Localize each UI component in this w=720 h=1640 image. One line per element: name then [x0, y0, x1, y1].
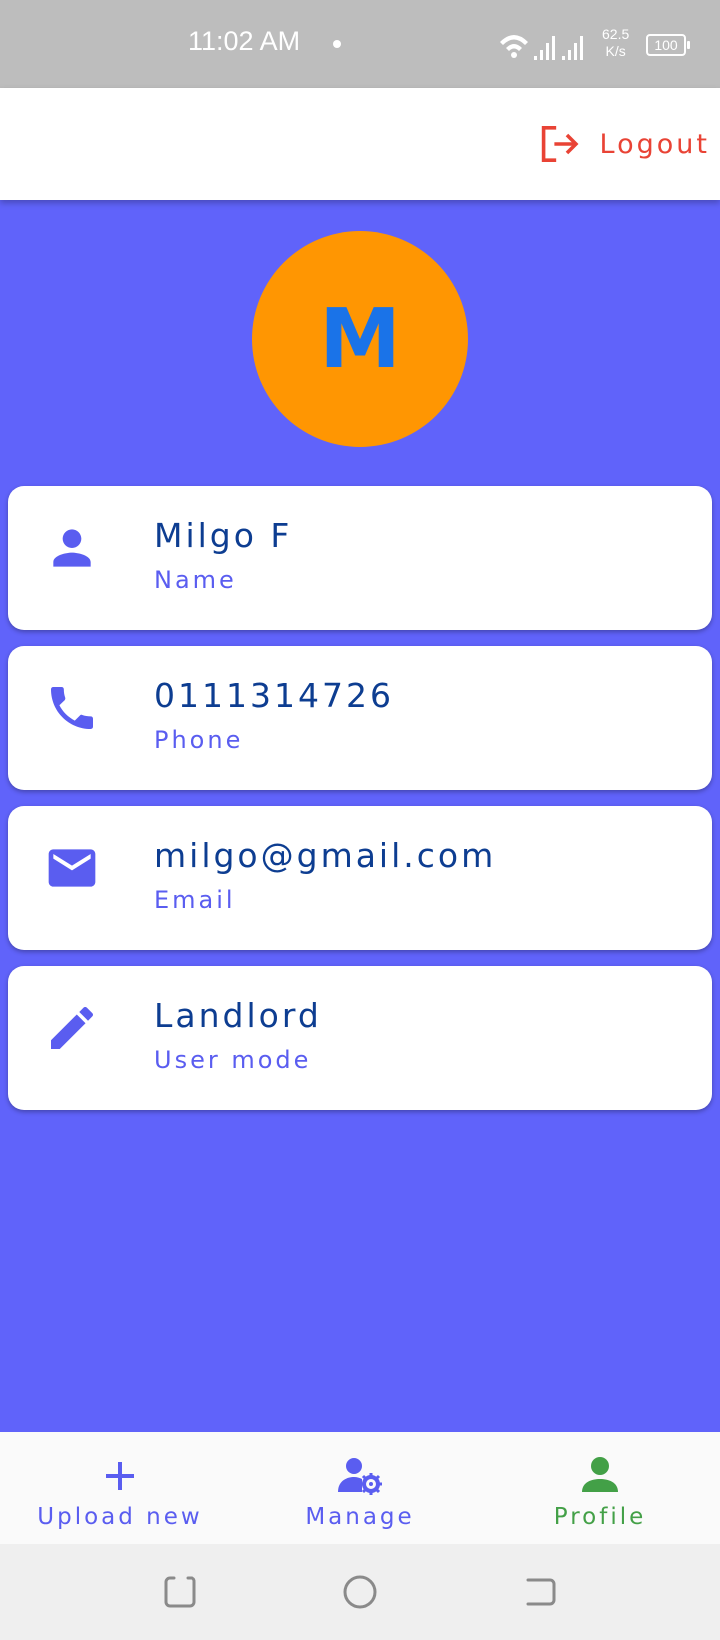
network-speed-value: 62.5 — [602, 26, 630, 42]
person-gear-icon — [338, 1458, 382, 1495]
status-time: 11:02 AM — [188, 26, 301, 56]
recent-apps-icon[interactable] — [160, 1572, 200, 1612]
user-mode-value: Landlord — [154, 996, 322, 1035]
phone-icon — [51, 687, 93, 729]
phone-value: 0111314726 — [154, 676, 394, 715]
name-label: Name — [154, 566, 237, 594]
name-card: Milgo F Name — [8, 486, 712, 630]
logout-icon — [541, 126, 579, 162]
nav-manage[interactable]: Manage — [240, 1432, 480, 1544]
logout-label: Logout — [599, 128, 710, 160]
network-speed: 62.5 K/s — [602, 26, 629, 60]
name-value: Milgo F — [154, 516, 293, 555]
battery-level: 100 — [654, 37, 678, 53]
person-icon — [582, 1457, 618, 1492]
battery-icon: 100 — [646, 34, 690, 56]
nav-upload-new-label: Upload new — [37, 1504, 203, 1530]
person-icon — [53, 529, 91, 567]
email-card: milgo@gmail.com Email — [8, 806, 712, 950]
avatar: M — [252, 231, 468, 447]
back-icon[interactable] — [520, 1572, 560, 1612]
nav-upload-new[interactable]: Upload new — [0, 1432, 240, 1544]
logout-button[interactable]: Logout — [540, 122, 710, 166]
phone-card: 0111314726 Phone — [8, 646, 712, 790]
network-speed-unit: K/s — [605, 43, 626, 59]
bottom-nav: Upload new Manage Profile — [0, 1432, 720, 1544]
home-icon[interactable] — [340, 1572, 380, 1612]
plus-icon — [106, 1462, 134, 1490]
email-icon — [48, 849, 96, 887]
app-bar: Logout — [0, 88, 720, 200]
notification-dot — [333, 40, 341, 48]
nav-profile-label: Profile — [553, 1504, 647, 1530]
email-label: Email — [154, 886, 236, 914]
system-nav-bar — [0, 1544, 720, 1640]
nav-profile[interactable]: Profile — [480, 1432, 720, 1544]
user-mode-card: Landlord User mode — [8, 966, 712, 1110]
nav-manage-label: Manage — [305, 1504, 415, 1530]
avatar-letter: M — [319, 291, 401, 387]
pencil-icon — [51, 1006, 93, 1049]
status-bar: 11:02 AM 62.5 K/s 100 — [0, 0, 720, 88]
email-value: milgo@gmail.com — [154, 836, 497, 875]
user-mode-label: User mode — [154, 1046, 312, 1074]
phone-label: Phone — [154, 726, 244, 754]
